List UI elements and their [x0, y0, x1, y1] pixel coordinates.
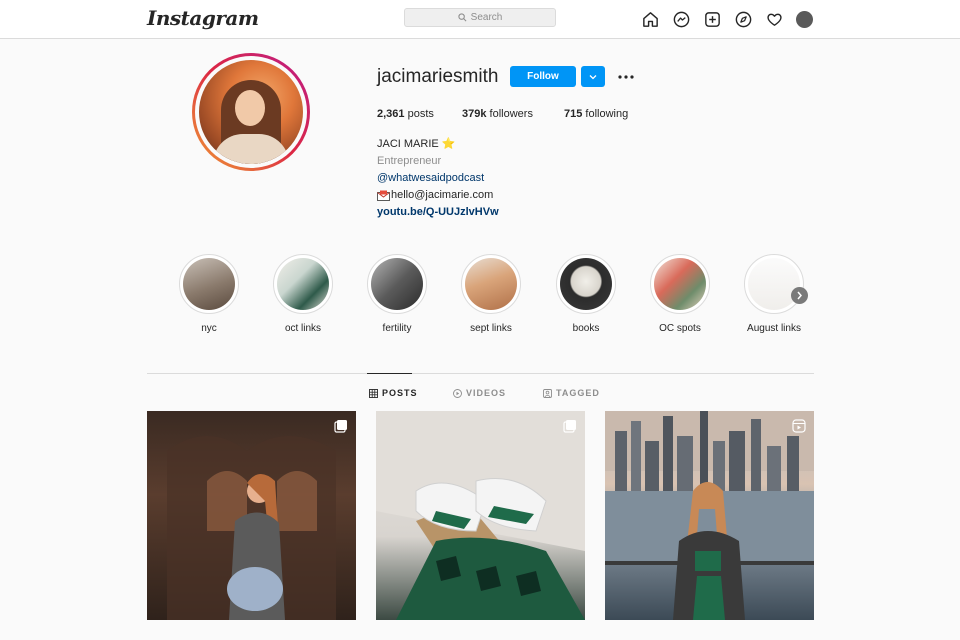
highlight-label: sept links [470, 323, 512, 334]
tabs-divider [147, 373, 814, 374]
followers-label: followers [489, 108, 533, 120]
following-count: 715 [564, 108, 583, 120]
highlight-cover [277, 258, 329, 310]
profile-avatar[interactable] [796, 10, 813, 28]
profile-photo [199, 60, 303, 164]
posts-count: 2,361 [377, 108, 405, 120]
more-dots-icon [618, 74, 634, 79]
follow-button[interactable]: Follow [510, 66, 576, 87]
explore-icon[interactable] [733, 9, 753, 29]
tab-posts[interactable]: POSTS [369, 388, 418, 398]
highlight-label: August links [747, 323, 801, 334]
tagged-user-icon [543, 388, 552, 398]
active-tab-indicator [367, 373, 412, 374]
tab-videos[interactable]: VIDEOS [453, 388, 506, 398]
highlight-label: fertility [382, 323, 412, 334]
highlight-cover [654, 258, 706, 310]
more-options-button[interactable] [617, 66, 635, 87]
bio-email: hello@jacimarie.com [391, 189, 494, 201]
carousel-icon [563, 420, 576, 433]
envelope-icon [377, 190, 390, 201]
bio-full-name: JACI MARIE ⭐ [377, 138, 456, 150]
instagram-logo[interactable]: Instagram [147, 6, 259, 30]
bio-mention-link[interactable]: @whatwesaidpodcast [377, 170, 499, 187]
highlight-label: books [572, 323, 600, 334]
highlights-next-button[interactable] [791, 287, 808, 304]
suggested-dropdown-button[interactable] [581, 66, 605, 87]
highlight-label: OC spots [659, 323, 701, 334]
highlight-cover [183, 258, 235, 310]
story-highlight[interactable]: fertility [366, 254, 428, 334]
messenger-icon[interactable] [671, 9, 691, 29]
home-icon[interactable] [640, 9, 660, 29]
new-post-icon[interactable] [702, 9, 722, 29]
highlight-cover [748, 258, 800, 310]
nav-icons [640, 8, 813, 30]
top-navigation-bar: Instagram Search [0, 0, 960, 39]
highlight-label: nyc [201, 323, 217, 334]
grid-icon [369, 388, 378, 398]
profile-username: jacimariesmith [377, 66, 499, 87]
reels-icon [792, 419, 806, 433]
bio-website-link[interactable]: youtu.be/Q-UUJzlvHVw [377, 204, 499, 221]
highlight-cover [371, 258, 423, 310]
activity-heart-icon[interactable] [764, 9, 784, 29]
play-circle-icon [453, 388, 462, 398]
carousel-icon [334, 420, 347, 433]
bio-email-line: hello@jacimarie.com [377, 187, 499, 204]
post-image [376, 411, 585, 620]
chevron-right-icon [797, 291, 802, 300]
post-thumbnail[interactable] [376, 411, 585, 620]
highlight-label: oct links [284, 323, 322, 334]
following-stat[interactable]: 715 following [564, 108, 628, 120]
highlight-cover [560, 258, 612, 310]
posts-label: posts [407, 108, 434, 120]
post-image [167, 436, 336, 620]
story-highlight[interactable]: books [555, 254, 617, 334]
tab-tagged[interactable]: TAGGED [543, 388, 600, 398]
post-thumbnail[interactable] [605, 411, 814, 620]
tab-videos-label: VIDEOS [466, 388, 507, 398]
followers-count: 379k [462, 108, 487, 120]
followers-stat[interactable]: 379k followers [462, 108, 533, 120]
story-highlight[interactable]: nyc [178, 254, 240, 334]
posts-stat: 2,361 posts [377, 108, 434, 120]
bio-category: Entrepreneur [377, 155, 442, 167]
post-thumbnail[interactable] [147, 411, 356, 620]
story-highlight[interactable]: OC spots [649, 254, 711, 334]
story-highlight[interactable]: sept links [460, 254, 522, 334]
highlight-cover [465, 258, 517, 310]
search-placeholder: Search [470, 12, 503, 23]
search-input[interactable]: Search [404, 8, 556, 27]
chevron-down-icon [589, 74, 597, 79]
tab-posts-label: POSTS [382, 388, 418, 398]
story-highlight[interactable]: oct links [272, 254, 334, 334]
tab-tagged-label: TAGGED [556, 388, 600, 398]
post-image [605, 411, 814, 620]
following-label: following [585, 108, 629, 120]
profile-picture[interactable] [192, 53, 310, 171]
profile-bio: JACI MARIE ⭐ Entrepreneur @whatwesaidpod… [377, 136, 499, 221]
search-icon [458, 13, 467, 22]
